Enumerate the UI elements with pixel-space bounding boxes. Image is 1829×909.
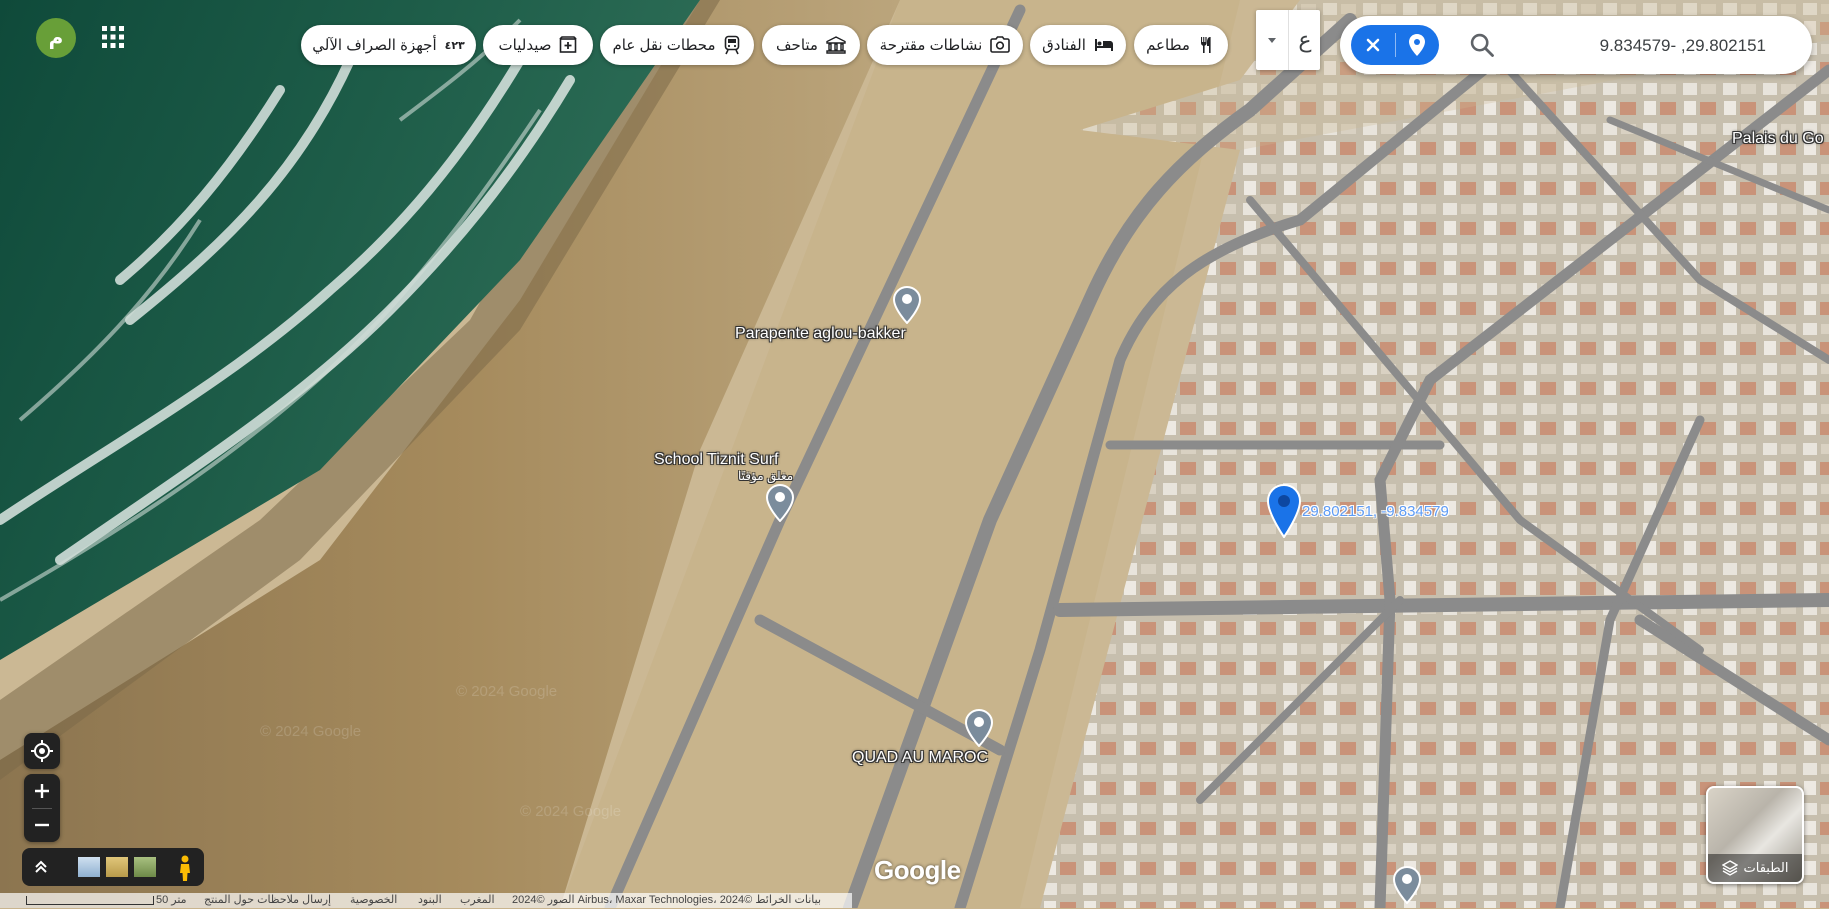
chip-label: الفنادق: [1042, 37, 1086, 54]
zoom-in-button[interactable]: [24, 774, 60, 808]
close-icon: [1366, 38, 1380, 52]
pin-clear-group: [1351, 25, 1439, 65]
traffic-thumbnail[interactable]: [134, 857, 156, 877]
divider: [1395, 33, 1396, 57]
chip-transit[interactable]: محطات نقل عام: [600, 25, 754, 65]
camera-icon: [990, 36, 1011, 53]
chip-label: أجهزة الصراف الآلي: [312, 37, 437, 54]
place-pin-icon: [765, 483, 795, 523]
search-icon[interactable]: [1468, 31, 1496, 59]
language-label: ع: [1298, 27, 1312, 52]
divider: [1288, 10, 1289, 70]
chip-label: متاحف: [776, 37, 818, 54]
map-watermark: © 2024 Google: [456, 683, 558, 700]
search-box[interactable]: [1340, 16, 1812, 76]
place-marker-surf-school[interactable]: [765, 483, 795, 523]
satellite-thumbnail[interactable]: [106, 857, 128, 877]
chip-things-to-do[interactable]: نشاطات مقترحة: [867, 25, 1023, 65]
pegman-icon[interactable]: [172, 854, 198, 882]
location-pin-icon: [1409, 34, 1425, 56]
scale-bar[interactable]: [26, 896, 154, 905]
layers-label-bar: الطبقات: [1708, 854, 1802, 882]
chip-museums[interactable]: متاحف: [762, 25, 860, 65]
place-label-parapente[interactable]: Parapente aglou-bakker: [735, 325, 906, 343]
clear-search-button[interactable]: [1351, 25, 1395, 65]
chevron-down-icon[interactable]: [1256, 10, 1288, 70]
expand-up-icon[interactable]: [28, 855, 54, 879]
restaurant-icon: [1200, 37, 1211, 53]
bottom-tray: [22, 848, 204, 886]
dropped-pin-icon: [1266, 483, 1302, 539]
search-input[interactable]: [1514, 16, 1768, 76]
place-label-surf-school[interactable]: School Tiznit Surf: [654, 451, 779, 469]
place-marker-bottom[interactable]: [1392, 865, 1422, 905]
footer-feedback-link[interactable]: إرسال ملاحظات حول المنتج: [204, 893, 331, 908]
layers-button[interactable]: الطبقات: [1706, 786, 1804, 884]
map-watermark: © 2024 Google: [520, 803, 622, 820]
footer-privacy-link[interactable]: الخصوصية: [350, 893, 397, 908]
place-pin-icon: [964, 708, 994, 748]
chip-hotels[interactable]: الفنادق: [1030, 25, 1126, 65]
atm-icon: ٤٢٣: [444, 39, 466, 52]
place-marker-quad[interactable]: [964, 708, 994, 748]
chip-atms[interactable]: ٤٢٣ أجهزة الصراف الآلي: [301, 25, 476, 65]
chip-restaurants[interactable]: مطاعم: [1134, 25, 1228, 65]
place-label-palais[interactable]: Palais du Go: [1732, 130, 1824, 148]
zoom-out-button[interactable]: [24, 808, 60, 842]
my-location-icon: [31, 740, 53, 762]
layers-label: الطبقات: [1743, 860, 1789, 875]
footer-country: المغرب: [460, 894, 495, 906]
satellite-map[interactable]: [0, 0, 1829, 908]
scale-label[interactable]: 50 متر: [156, 893, 187, 908]
chip-label: نشاطات مقترحة: [879, 37, 983, 54]
map-watermark: © 2024 Google: [260, 723, 362, 740]
chip-label: صيدليات: [498, 37, 552, 54]
place-status-closed: مغلق مؤقتًا: [738, 469, 794, 483]
footer-terms-link[interactable]: البنود: [418, 893, 442, 908]
place-pin-icon: [892, 285, 922, 325]
footer-bar: 50 متر إرسال ملاحظات حول المنتج الخصوصية…: [0, 893, 852, 908]
terrain-thumbnail[interactable]: [78, 857, 100, 877]
layers-icon: [1721, 860, 1738, 876]
train-icon: [725, 35, 740, 55]
dropped-pin[interactable]: [1266, 483, 1302, 539]
minus-icon: [35, 823, 49, 827]
footer-attribution: الصور ©2024 Airbus، Maxar Technologies، …: [512, 894, 822, 906]
zoom-control: [24, 774, 60, 842]
apps-grid-icon[interactable]: [100, 24, 126, 50]
chip-label: محطات نقل عام: [612, 37, 716, 54]
chip-pharmacies[interactable]: صيدليات: [483, 25, 593, 65]
place-label-quad[interactable]: QUAD AU MAROC: [852, 749, 988, 767]
pharmacy-icon: [559, 36, 578, 53]
museum-icon: [826, 36, 846, 54]
plus-icon: [35, 784, 49, 798]
account-avatar[interactable]: م: [36, 18, 76, 58]
google-logo: Google: [874, 855, 961, 885]
chip-label: مطاعم: [1146, 37, 1190, 54]
location-pin-button[interactable]: [1395, 25, 1439, 65]
dropped-pin-label[interactable]: 29.802151, -9.834579: [1302, 503, 1449, 520]
my-location-control[interactable]: [24, 733, 60, 769]
hotel-icon: [1094, 39, 1113, 51]
place-pin-icon: [1392, 865, 1422, 905]
language-selector[interactable]: ع: [1256, 10, 1320, 70]
place-marker-parapente[interactable]: [892, 285, 922, 325]
